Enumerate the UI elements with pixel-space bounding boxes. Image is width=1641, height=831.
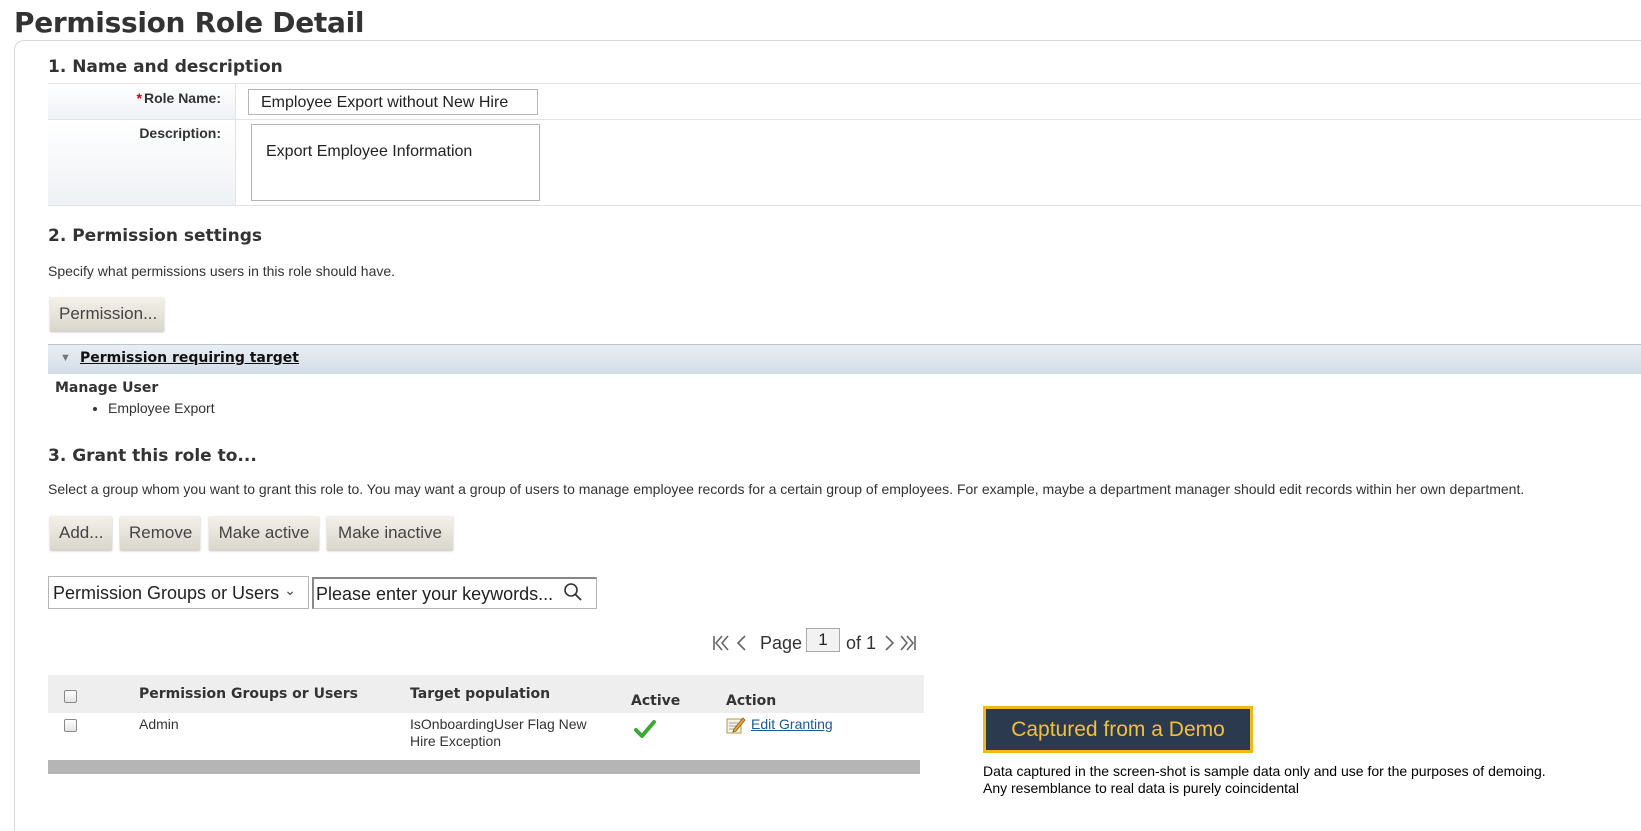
active-check-icon <box>634 720 656 738</box>
permission-requiring-target-link[interactable]: Permission requiring target <box>80 350 299 366</box>
demo-disclaimer-line-2: Any resemblance to real data is purely c… <box>983 780 1299 796</box>
column-header-active[interactable]: Active <box>631 693 680 709</box>
permission-requiring-target-bar: ▼ Permission requiring target <box>48 344 1641 374</box>
edit-icon[interactable] <box>726 716 746 734</box>
description-label: Description: <box>139 125 221 141</box>
page-title: Permission Role Detail <box>14 6 365 39</box>
filter-select-value: Permission Groups or Users <box>53 583 280 603</box>
description-row: Description: Export Employee Information <box>48 119 1641 206</box>
search-icon[interactable] <box>562 581 584 603</box>
first-page-icon[interactable] <box>711 633 731 653</box>
page-label: Page <box>760 633 803 653</box>
description-input[interactable]: Export Employee Information <box>251 124 540 201</box>
required-marker: * <box>136 90 142 106</box>
permission-list: Employee Export <box>90 400 215 416</box>
make-active-button[interactable]: Make active <box>209 516 319 550</box>
row-checkbox[interactable] <box>64 719 77 732</box>
demo-badge: Captured from a Demo <box>983 706 1253 753</box>
role-name-label: Role Name: <box>143 90 221 106</box>
role-name-label-cell: * Role Name: <box>48 84 236 120</box>
section-name-title: 1. Name and description <box>48 57 283 77</box>
column-header-groups[interactable]: Permission Groups or Users <box>139 686 358 702</box>
demo-disclaimer: Data captured in the screen-shot is samp… <box>983 763 1623 797</box>
permission-button[interactable]: Permission... <box>50 297 164 331</box>
permission-help-text: Specify what permissions users in this r… <box>48 263 396 279</box>
horizontal-scrollbar[interactable] <box>48 760 920 774</box>
page-number-input[interactable] <box>806 628 840 652</box>
grant-help-text: Select a group whom you want to grant th… <box>48 481 1525 497</box>
row-group-name: Admin <box>139 716 179 732</box>
column-header-target[interactable]: Target population <box>410 686 550 702</box>
select-all-checkbox[interactable] <box>64 690 77 703</box>
list-item: Employee Export <box>108 400 215 416</box>
next-page-icon[interactable] <box>879 633 899 653</box>
role-name-input[interactable]: Employee Export without New Hire <box>248 89 538 115</box>
page-count: of 1 <box>846 633 877 653</box>
description-label-cell: Description: <box>48 120 236 205</box>
filter-select[interactable]: Permission Groups or Users ⌄ <box>48 576 309 609</box>
row-target-population: IsOnboardingUser Flag New Hire Exception <box>410 716 587 749</box>
collapse-triangle-icon[interactable]: ▼ <box>60 352 71 364</box>
column-header-action[interactable]: Action <box>726 693 776 709</box>
role-name-row: * Role Name: Employee Export without New … <box>48 83 1641 120</box>
table-header: Permission Groups or Users Target popula… <box>48 675 924 713</box>
demo-disclaimer-line-1: Data captured in the screen-shot is samp… <box>983 763 1546 779</box>
add-button[interactable]: Add... <box>50 516 112 550</box>
search-box <box>312 577 597 609</box>
remove-button[interactable]: Remove <box>120 516 200 550</box>
permission-category: Manage User <box>55 380 159 396</box>
previous-page-icon[interactable] <box>732 633 752 653</box>
search-input[interactable] <box>316 581 556 607</box>
section-permission-title: 2. Permission settings <box>48 226 263 246</box>
section-grant-title: 3. Grant this role to... <box>48 446 257 466</box>
edit-granting-link[interactable]: Edit Granting <box>751 716 833 732</box>
make-inactive-button[interactable]: Make inactive <box>327 516 453 550</box>
last-page-icon[interactable] <box>898 633 918 653</box>
chevron-down-icon: ⌄ <box>284 582 296 598</box>
